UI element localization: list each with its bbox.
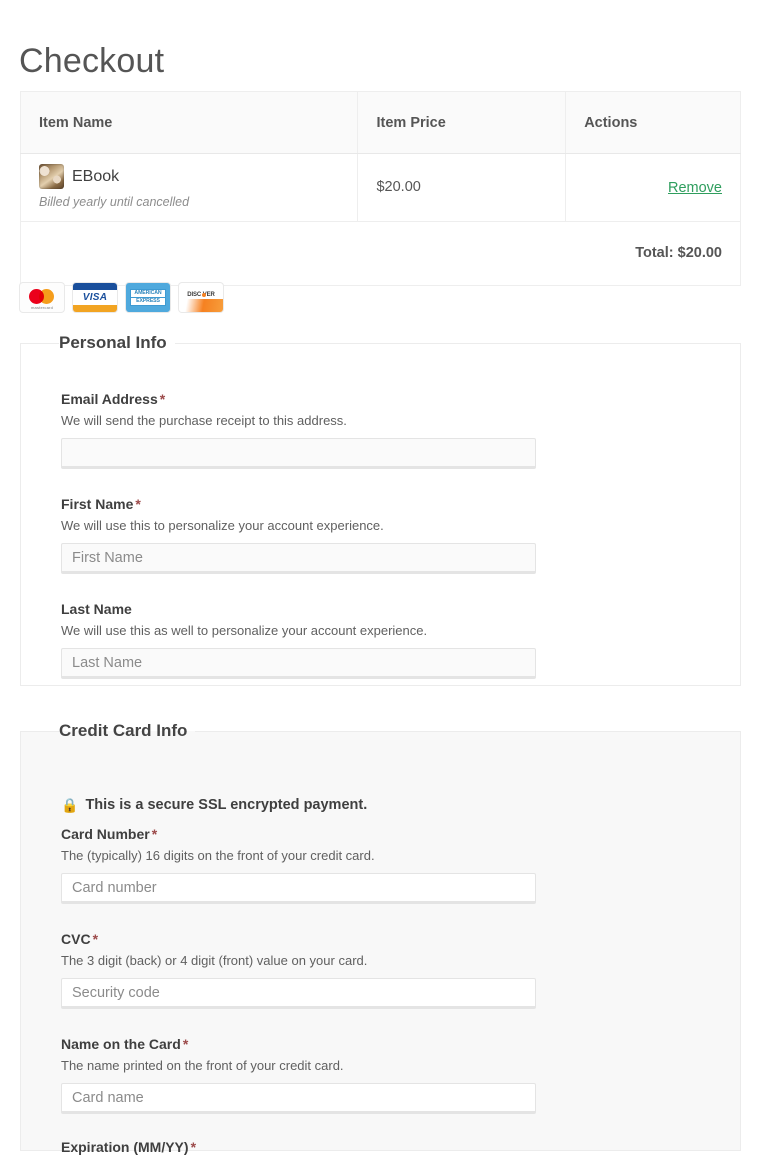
cart-item-price: $20.00 xyxy=(357,153,567,222)
personal-info-title: Personal Info xyxy=(59,333,167,352)
mastercard-orange-circle xyxy=(39,289,54,304)
field-label-first-name: First Name * xyxy=(61,495,536,513)
credit-card-info-title: Credit Card Info xyxy=(59,721,188,740)
field-label-text: CVC xyxy=(61,931,91,947)
field-label-cvc: CVC * xyxy=(61,930,536,948)
field-description-name-on-card: The name printed on the front of your cr… xyxy=(61,1058,344,1073)
column-header-item-name: Item Name xyxy=(19,91,359,154)
visa-bottom-band xyxy=(73,305,117,312)
field-label-last-name: Last Name xyxy=(61,600,536,618)
field-description-email-address: We will send the purchase receipt to thi… xyxy=(61,413,347,428)
field-description-last-name: We will use this as well to personalize … xyxy=(61,623,428,638)
amex-wordmark-line1: AMERICAN xyxy=(131,290,165,297)
cart-total-label: Total: $20.00 xyxy=(20,220,741,286)
required-asterisk: * xyxy=(190,1139,197,1155)
table-row: EBook Billed yearly until cancelled $20.… xyxy=(19,153,741,222)
field-label-text: First Name xyxy=(61,496,134,512)
visa-logo-icon: VISA xyxy=(73,283,117,312)
field-cvc: CVC * The 3 digit (back) or 4 digit (fron… xyxy=(61,930,536,1009)
required-asterisk: * xyxy=(151,826,158,842)
required-asterisk: * xyxy=(135,496,141,512)
cart-item-name-cell: EBook Billed yearly until cancelled xyxy=(19,153,359,222)
cart-table-header: Item Name Item Price Actions xyxy=(19,91,741,154)
cvc-input[interactable] xyxy=(61,978,536,1009)
field-description-cvc: The 3 digit (back) or 4 digit (front) va… xyxy=(61,953,368,968)
discover-orb xyxy=(202,293,206,297)
field-label-text: Card Number xyxy=(61,826,150,842)
cart-table-body: EBook Billed yearly until cancelled $20.… xyxy=(19,153,741,286)
mastercard-wordmark: mastercard xyxy=(30,305,53,310)
visa-wordmark: VISA xyxy=(82,292,108,303)
field-last-name: Last Name We will use this as well to pe… xyxy=(61,600,536,679)
cart-item-title-wrap: EBook xyxy=(39,164,339,189)
personal-info-section: Personal Info Email Address * We will sen… xyxy=(20,333,741,686)
email-address-input[interactable] xyxy=(61,438,536,469)
cart-header-row: Item Name Item Price Actions xyxy=(19,91,741,154)
field-label-name-on-card: Name on the Card * xyxy=(61,1035,536,1053)
page-title: Checkout xyxy=(19,41,165,80)
amex-wordmark-line2: EXPRESS xyxy=(131,298,165,305)
cart-item-name: EBook xyxy=(72,167,120,185)
field-label-card-number: Card Number * xyxy=(61,825,536,843)
field-description-first-name: We will use this to personalize your acc… xyxy=(61,518,384,533)
cart-total-row: Total: $20.00 xyxy=(20,220,741,286)
field-label-expiration: Expiration (MM/YY) * xyxy=(61,1138,443,1156)
field-first-name: First Name * We will use this to personal… xyxy=(61,495,536,574)
remove-item-link[interactable]: Remove xyxy=(668,180,722,196)
field-label-text: Email Address xyxy=(61,391,158,407)
lock-icon: 🔒 xyxy=(61,797,79,813)
required-asterisk: * xyxy=(159,391,166,407)
cart-item-billing-note: Billed yearly until cancelled xyxy=(39,195,190,209)
field-label-email-address: Email Address * xyxy=(61,390,536,408)
cart-item-actions-cell: Remove xyxy=(565,153,741,222)
required-asterisk: * xyxy=(182,1036,189,1052)
field-label-text: Expiration (MM/YY) xyxy=(61,1139,189,1155)
required-asterisk: * xyxy=(92,931,99,947)
ssl-notice-text: This is a secure SSL encrypted payment. xyxy=(85,797,368,813)
discover-logo-icon: DISC VER xyxy=(179,283,223,312)
last-name-input[interactable] xyxy=(61,648,536,679)
visa-top-band xyxy=(73,283,117,290)
field-expiration: Expiration (MM/YY)* The date your credit… xyxy=(61,1138,443,1156)
field-description-card-number: The (typically) 16 digits on the front o… xyxy=(61,848,375,863)
mastercard-logo-icon: mastercard xyxy=(20,283,64,312)
amex-logo-icon: AMERICAN EXPRESS xyxy=(126,283,170,312)
checkout-page: Checkout Item Name Item Price Actions EB… xyxy=(0,0,758,1156)
ssl-notice: 🔒 This is a secure SSL encrypted payment… xyxy=(61,797,367,813)
column-header-item-price: Item Price xyxy=(357,91,567,154)
cart-table: Item Name Item Price Actions EBook Bille… xyxy=(19,91,741,286)
field-name-on-card: Name on the Card * The name printed on th… xyxy=(61,1035,536,1114)
discover-wordmark: DISC VER xyxy=(187,292,215,298)
name-on-card-input[interactable] xyxy=(61,1083,536,1114)
discover-band xyxy=(179,299,223,312)
card-number-input[interactable] xyxy=(61,873,536,904)
ebook-thumbnail-icon xyxy=(39,164,64,189)
column-header-actions: Actions xyxy=(565,91,741,154)
field-label-text: Name on the Card xyxy=(61,1036,181,1052)
credit-card-info-section: Credit Card Info 🔒 This is a secure SSL … xyxy=(20,721,741,1155)
accepted-payment-methods: mastercard VISA AMERICAN EXPRESS DISC VE… xyxy=(20,283,223,312)
field-email-address: Email Address * We will send the purchase… xyxy=(61,390,536,469)
field-card-number: Card Number * The (typically) 16 digits o… xyxy=(61,825,536,904)
field-label-text: Last Name xyxy=(61,601,132,617)
first-name-input[interactable] xyxy=(61,543,536,574)
